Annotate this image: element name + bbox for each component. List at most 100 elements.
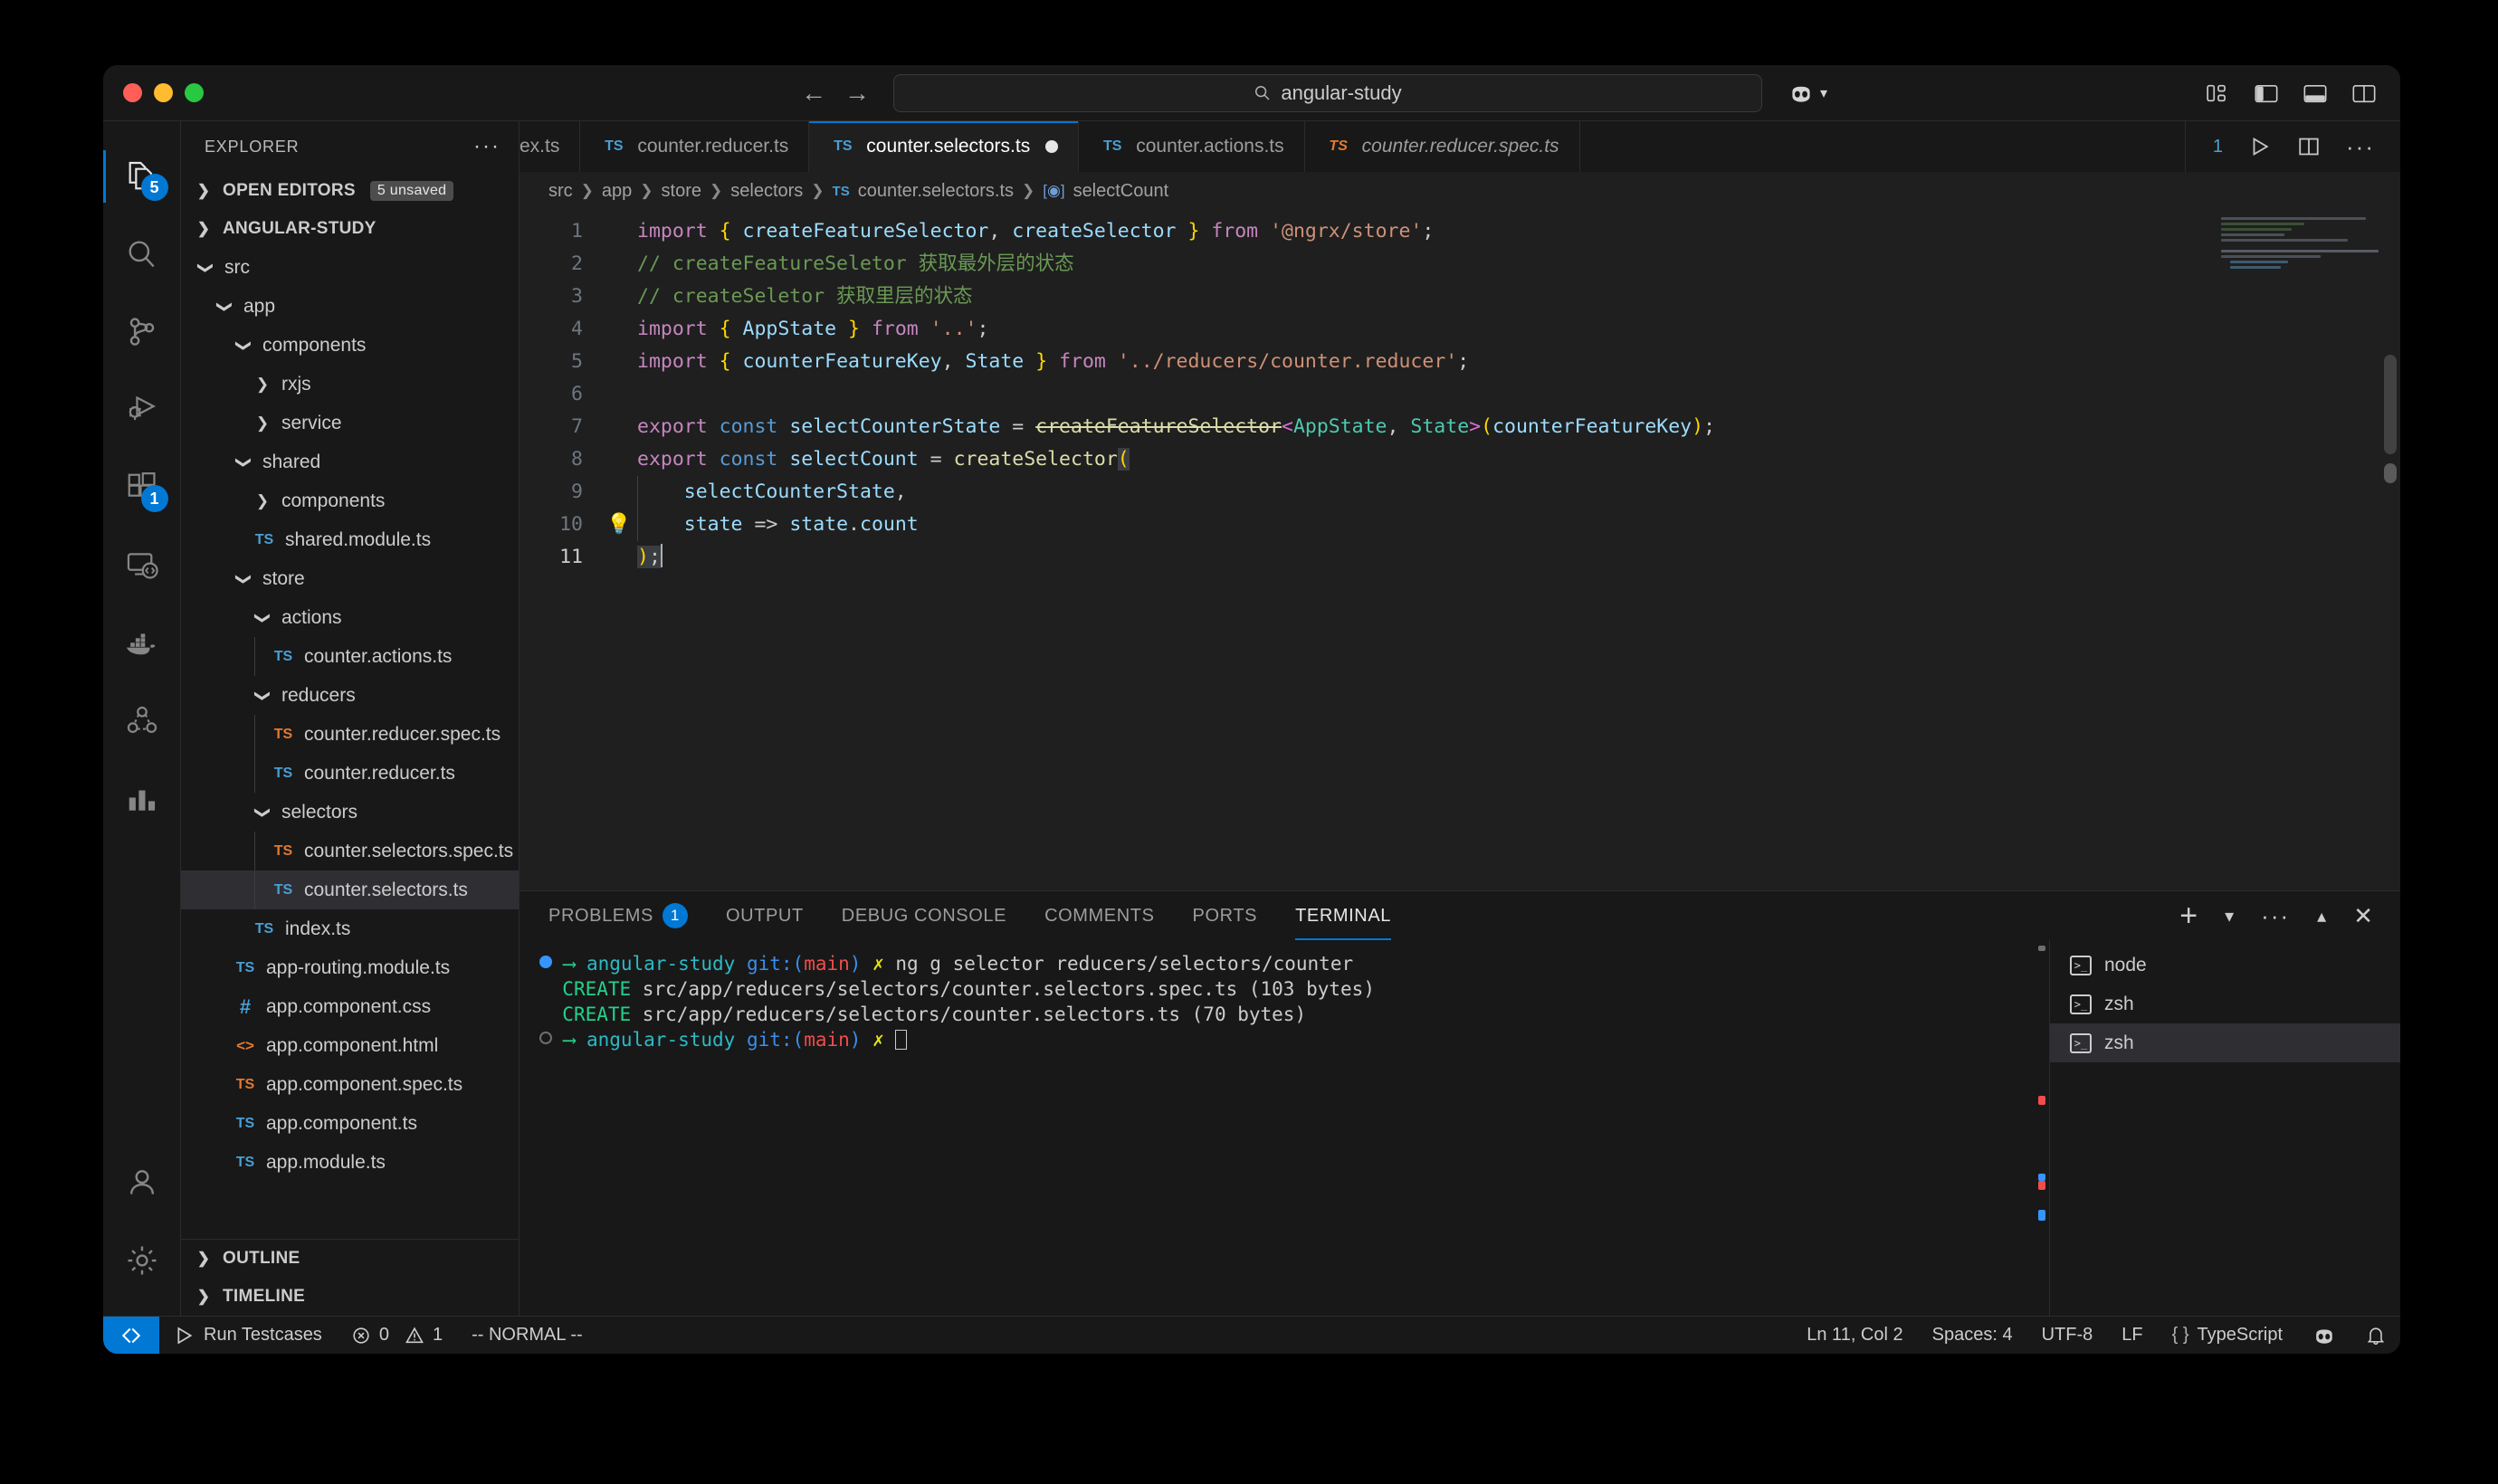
tree-item-components[interactable]: ❯components [181,326,519,365]
outline-section[interactable]: ❯ OUTLINE [181,1240,519,1278]
chevron-down-icon[interactable]: ❯ [253,606,272,630]
tree-item-counter-actions-ts[interactable]: TScounter.actions.ts [181,637,519,676]
panel-tab-ports[interactable]: PORTS [1193,891,1258,940]
terminal-output[interactable]: ⟶ angular-study git:(main) ✗ ng g select… [520,940,2035,1316]
activitybar-item-import-cost[interactable] [103,760,181,838]
activitybar-item-accounts[interactable] [103,1144,181,1222]
minimize-window-button[interactable] [154,83,173,102]
editor-tab-counter-selectors-ts[interactable]: TScounter.selectors.ts [809,121,1079,172]
tree-item-selectors[interactable]: ❯selectors [181,793,519,832]
tree-item-app[interactable]: ❯app [181,287,519,326]
chevron-down-icon[interactable]: ❯ [215,295,234,319]
chevron-down-icon[interactable]: ❯ [234,451,253,474]
project-section[interactable]: ❯ ANGULAR-STUDY [181,210,519,248]
maximize-window-button[interactable] [185,83,204,102]
editor-tab-counter-actions-ts[interactable]: TScounter.actions.ts [1079,121,1304,172]
breadcrumb-item[interactable]: counter.selectors.ts [858,181,1014,202]
quick-open-search[interactable]: angular-study [893,74,1762,112]
close-window-button[interactable] [123,83,142,102]
copilot-status[interactable] [2297,1317,2351,1355]
editor-tab-counter-reducer-spec-ts[interactable]: TScounter.reducer.spec.ts [1305,121,1580,172]
terminal-list-item-node[interactable]: >_node [2050,946,2400,985]
go-back-icon[interactable]: ← [801,81,826,106]
close-icon[interactable]: ✕ [2353,907,2373,925]
activitybar-item-explorer[interactable]: 5 [103,138,181,215]
breadcrumb-item[interactable]: store [662,181,701,202]
new-terminal-icon[interactable]: + [2179,907,2198,925]
activitybar-item-search[interactable] [103,215,181,293]
customize-layout-icon[interactable] [2207,82,2230,104]
tree-item-shared-module-ts[interactable]: TSshared.module.ts [181,520,519,559]
activitybar-item-extensions[interactable]: 1 [103,449,181,527]
tree-item-counter-reducer-ts[interactable]: TScounter.reducer.ts [181,754,519,793]
tree-item-app-component-ts[interactable]: TSapp.component.ts [181,1104,519,1143]
panel-tab-terminal[interactable]: TERMINAL [1295,891,1391,940]
remote-window-button[interactable] [103,1317,159,1355]
chevron-down-icon[interactable]: ❯ [234,334,253,357]
tree-item-counter-reducer-spec-ts[interactable]: TScounter.reducer.spec.ts [181,715,519,754]
activitybar-item-settings[interactable] [103,1222,181,1299]
tree-item-shared[interactable]: ❯shared [181,442,519,481]
activitybar-item-remote-explorer[interactable] [103,527,181,604]
activitybar-item-source-control[interactable] [103,293,181,371]
chevron-down-icon[interactable]: ❯ [196,256,215,280]
breadcrumb-item[interactable]: app [602,181,632,202]
tree-item-src[interactable]: ❯src [181,248,519,287]
tree-item-components[interactable]: ❯components [181,481,519,520]
run-testcases-button[interactable]: Run Testcases [159,1317,337,1355]
encoding-status[interactable]: UTF-8 [2027,1317,2108,1355]
minimap[interactable] [2221,217,2384,275]
panel-tab-comments[interactable]: COMMENTS [1044,891,1154,940]
problems-status[interactable]: 0 1 [337,1317,457,1355]
terminal-list-item-zsh[interactable]: >_zsh [2050,1023,2400,1062]
panel-tab-problems[interactable]: PROBLEMS1 [548,891,688,940]
more-actions-icon[interactable]: ··· [473,134,501,159]
run-icon[interactable] [2248,135,2272,158]
tree-item-app-component-spec-ts[interactable]: TSapp.component.spec.ts [181,1065,519,1104]
quick-fix-lightbulb-icon[interactable]: 💡 [606,509,637,541]
breadcrumb-item[interactable]: selectors [730,181,803,202]
chevron-up-icon[interactable]: ▴ [2317,905,2326,928]
terminal-list-item-zsh[interactable]: >_zsh [2050,985,2400,1023]
panel-tab-debug-console[interactable]: DEBUG CONSOLE [842,891,1006,940]
editor-position[interactable]: Ln 11, Col 2 [1792,1317,1917,1355]
more-actions-icon[interactable]: ··· [2346,142,2375,151]
chevron-right-icon[interactable]: ❯ [251,414,274,433]
editor-scrollbar[interactable] [2384,355,2397,454]
breadcrumb-item[interactable]: selectCount [1073,181,1169,202]
activitybar-item-test-explorer[interactable] [103,682,181,760]
chevron-down-icon[interactable]: ❯ [253,801,272,824]
activitybar-item-docker[interactable] [103,604,181,682]
eol-status[interactable]: LF [2107,1317,2157,1355]
chevron-down-icon[interactable]: ▾ [2225,905,2234,928]
tree-item-reducers[interactable]: ❯reducers [181,676,519,715]
chevron-down-icon[interactable]: ❯ [234,567,253,591]
editor-tab-counter-reducer-ts[interactable]: TScounter.reducer.ts [580,121,809,172]
notifications-button[interactable] [2351,1317,2400,1355]
tree-item-app-component-css[interactable]: #app.component.css [181,987,519,1026]
language-status[interactable]: { } TypeScript [2158,1317,2297,1355]
toggle-primary-sidebar-icon[interactable] [2254,82,2279,104]
tree-item-app-routing-module-ts[interactable]: TSapp-routing.module.ts [181,948,519,987]
tree-item-rxjs[interactable]: ❯rxjs [181,365,519,404]
copilot-menu-button[interactable]: ▾ [1788,82,1827,104]
code-editor[interactable]: 1import { createFeatureSelector, createS… [520,210,2400,890]
panel-tab-output[interactable]: OUTPUT [726,891,804,940]
chevron-down-icon[interactable]: ❯ [253,684,272,708]
chevron-right-icon[interactable]: ❯ [251,492,274,510]
chevron-right-icon[interactable]: ❯ [251,376,274,394]
tree-item-actions[interactable]: ❯actions [181,598,519,637]
tree-item-app-module-ts[interactable]: TSapp.module.ts [181,1143,519,1182]
tree-item-index-ts[interactable]: TSindex.ts [181,909,519,948]
indentation-status[interactable]: Spaces: 4 [1918,1317,2027,1355]
tree-item-counter-selectors-spec-ts[interactable]: TScounter.selectors.spec.ts [181,832,519,870]
toggle-panel-icon[interactable] [2303,82,2328,104]
go-forward-icon[interactable]: → [844,81,870,106]
tree-item-app-component-html[interactable]: <>app.component.html [181,1026,519,1065]
timeline-section[interactable]: ❯ TIMELINE [181,1278,519,1316]
breadcrumb-item[interactable]: src [548,181,573,202]
open-editors-section[interactable]: ❯ OPEN EDITORS 5 unsaved [181,172,519,210]
activitybar-item-run-and-debug[interactable] [103,371,181,449]
tree-item-counter-selectors-ts[interactable]: TScounter.selectors.ts [181,870,519,909]
editor-tab-ex-ts[interactable]: ex.ts [520,121,580,172]
